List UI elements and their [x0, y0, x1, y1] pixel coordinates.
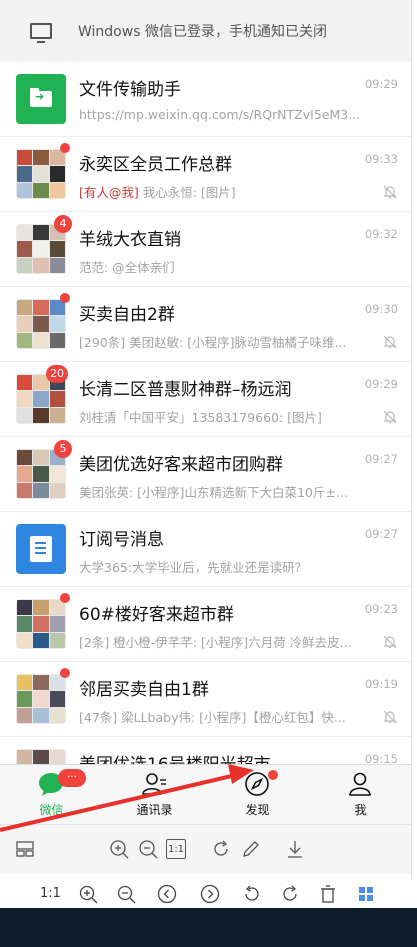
chat-name: 美团优选好客来超市团购群	[79, 455, 283, 475]
chat-name: 订阅号消息	[79, 530, 164, 550]
person-icon	[349, 772, 371, 796]
chat-preview: [47条] 梁LLbaby伟: [小程序]【橙心红包】快...	[79, 710, 346, 725]
tab-me[interactable]: 我	[309, 765, 411, 825]
windows-login-notice[interactable]: Windows 微信已登录，手机通知已关闭	[0, 0, 411, 62]
tab-contacts[interactable]: 通讯录	[103, 765, 206, 825]
tab-label: 发现	[245, 803, 270, 817]
mute-bell-icon	[383, 635, 397, 649]
zoom-in-icon[interactable]	[108, 838, 130, 860]
subscription-avatar	[16, 524, 66, 574]
delete-icon[interactable]	[318, 884, 338, 904]
zoom-out-icon[interactable]	[116, 884, 136, 904]
chat-time: 09:23	[364, 602, 398, 616]
group-avatar	[16, 599, 66, 649]
chat-time: 09:32	[364, 227, 398, 241]
file-transfer-avatar	[16, 74, 66, 124]
mute-bell-icon	[383, 185, 397, 199]
chat-item-group[interactable]: 永奕区全员工作总群 [有人@我] 我心永恒: [图片] 09:33	[0, 137, 411, 212]
contacts-icon	[142, 773, 166, 795]
group-avatar	[16, 674, 66, 724]
viewer-toolbar: 1:1	[0, 824, 411, 874]
chat-item-group[interactable]: 5 美团优选好客来超市团购群 美团张英: [小程序]山东精选新下大白菜10斤±.…	[0, 437, 411, 512]
chat-item-group[interactable]: 20 长清二区普惠财神群–杨远润 刘桂清「中国平安」13583179660: […	[0, 362, 411, 437]
image-viewer-bar: 1:1	[0, 880, 417, 908]
chat-preview: [2条] 橙小橙-伊芊芊: [小程序]六月荷 冷鲜去皮...	[79, 635, 352, 650]
grid-icon[interactable]	[356, 884, 376, 904]
chat-item-file-transfer[interactable]: 文件传输助手 https://mp.weixin.qq.com/s/RQrNTZ…	[0, 62, 411, 137]
unread-dot	[60, 143, 70, 153]
chat-time: 09:27	[364, 452, 398, 466]
chat-preview: [290条] 美团赵敏: [小程序]脉动雪柚橘子味维...	[79, 335, 347, 350]
unread-dot	[60, 668, 70, 678]
notice-text: Windows 微信已登录，手机通知已关闭	[78, 24, 327, 40]
rotate-left-icon[interactable]	[242, 884, 262, 904]
chat-name: 羊绒大衣直销	[79, 230, 181, 250]
chat-item-group[interactable]: 60#楼好客来超市群 [2条] 橙小橙-伊芊芊: [小程序]六月荷 冷鲜去皮..…	[0, 587, 411, 662]
chat-preview: 范范: @全体亲们	[79, 260, 175, 275]
rotate-icon[interactable]	[210, 838, 232, 860]
unread-badge: 20	[46, 365, 68, 383]
actual-size-button[interactable]: 1:1	[166, 839, 186, 859]
tab-discover[interactable]: 发现	[206, 765, 309, 825]
chat-item-group[interactable]: 4 羊绒大衣直销 范范: @全体亲们 09:32	[0, 212, 411, 287]
tab-label: 通讯录	[136, 803, 173, 817]
unread-dot	[60, 593, 70, 603]
group-avatar	[16, 149, 66, 199]
chat-name: 买卖自由2群	[79, 305, 175, 325]
tab-unread-dot	[268, 770, 278, 780]
chat-preview: 刘桂清「中国平安」13583179660: [图片]	[79, 410, 322, 425]
tab-unread-badge: ···	[58, 769, 86, 787]
rotate-right-icon[interactable]	[280, 884, 300, 904]
unread-badge: 5	[54, 440, 72, 458]
mute-bell-icon	[383, 710, 397, 724]
next-icon[interactable]	[200, 884, 220, 904]
pen-icon[interactable]	[240, 838, 262, 860]
zoom-out-icon[interactable]	[137, 838, 159, 860]
chat-time: 09:27	[364, 527, 398, 541]
chat-preview: [有人@我] 我心永恒: [图片]	[79, 182, 359, 201]
chat-preview-text: 我心永恒: [图片]	[138, 185, 236, 200]
chat-name: 邻居买卖自由1群	[79, 680, 209, 700]
chat-item-subscriptions[interactable]: 订阅号消息 大学365:大学毕业后，先就业还是读研？ 09:27	[0, 512, 411, 587]
mute-bell-icon	[383, 410, 397, 424]
wechat-phone-screen: Windows 微信已登录，手机通知已关闭 文件传输助手 https://mp.…	[0, 0, 412, 880]
chat-preview: https://mp.weixin.qq.com/s/RQrNTZvI5eM3.…	[79, 107, 359, 122]
chat-time: 09:29	[364, 377, 398, 391]
chat-name: 文件传输助手	[79, 80, 181, 100]
chat-time: 09:33	[364, 152, 398, 166]
layout-icon[interactable]	[14, 838, 36, 860]
document-icon	[30, 536, 52, 562]
chat-time: 09:30	[364, 302, 398, 316]
download-icon[interactable]	[284, 838, 306, 860]
tab-label: 微信	[39, 803, 64, 817]
monitor-icon	[30, 23, 52, 43]
compass-icon	[245, 772, 269, 796]
tab-chats[interactable]: ··· 微信	[0, 765, 103, 825]
bottom-tab-bar: ··· 微信 通讯录 发现 我	[0, 764, 411, 825]
zoom-in-icon[interactable]	[78, 884, 98, 904]
chat-time: 09:19	[364, 677, 398, 691]
chat-item-group[interactable]: 买卖自由2群 [290条] 美团赵敏: [小程序]脉动雪柚橘子味维... 09:…	[0, 287, 411, 362]
taskbar-strip	[0, 908, 417, 947]
chat-item-group[interactable]: 邻居买卖自由1群 [47条] 梁LLbaby伟: [小程序]【橙心红包】快...…	[0, 662, 411, 737]
chat-time: 09:29	[364, 77, 398, 91]
chat-preview: 美团张英: [小程序]山东精选新下大白菜10斤±...	[79, 485, 348, 500]
mention-tag: [有人@我]	[79, 185, 139, 200]
unread-dot	[60, 293, 70, 303]
chat-name: 60#楼好客来超市群	[79, 605, 234, 625]
tab-label: 我	[354, 803, 367, 817]
chat-name: 永奕区全员工作总群	[79, 155, 232, 175]
mute-bell-icon	[383, 335, 397, 349]
chat-preview: 大学365:大学毕业后，先就业还是读研？	[79, 560, 308, 575]
group-avatar	[16, 299, 66, 349]
actual-size-button[interactable]: 1:1	[40, 884, 62, 904]
folder-icon	[30, 88, 52, 107]
unread-badge: 4	[54, 215, 72, 233]
prev-icon[interactable]	[157, 884, 177, 904]
chat-name: 长清二区普惠财神群–杨远润	[79, 380, 292, 400]
